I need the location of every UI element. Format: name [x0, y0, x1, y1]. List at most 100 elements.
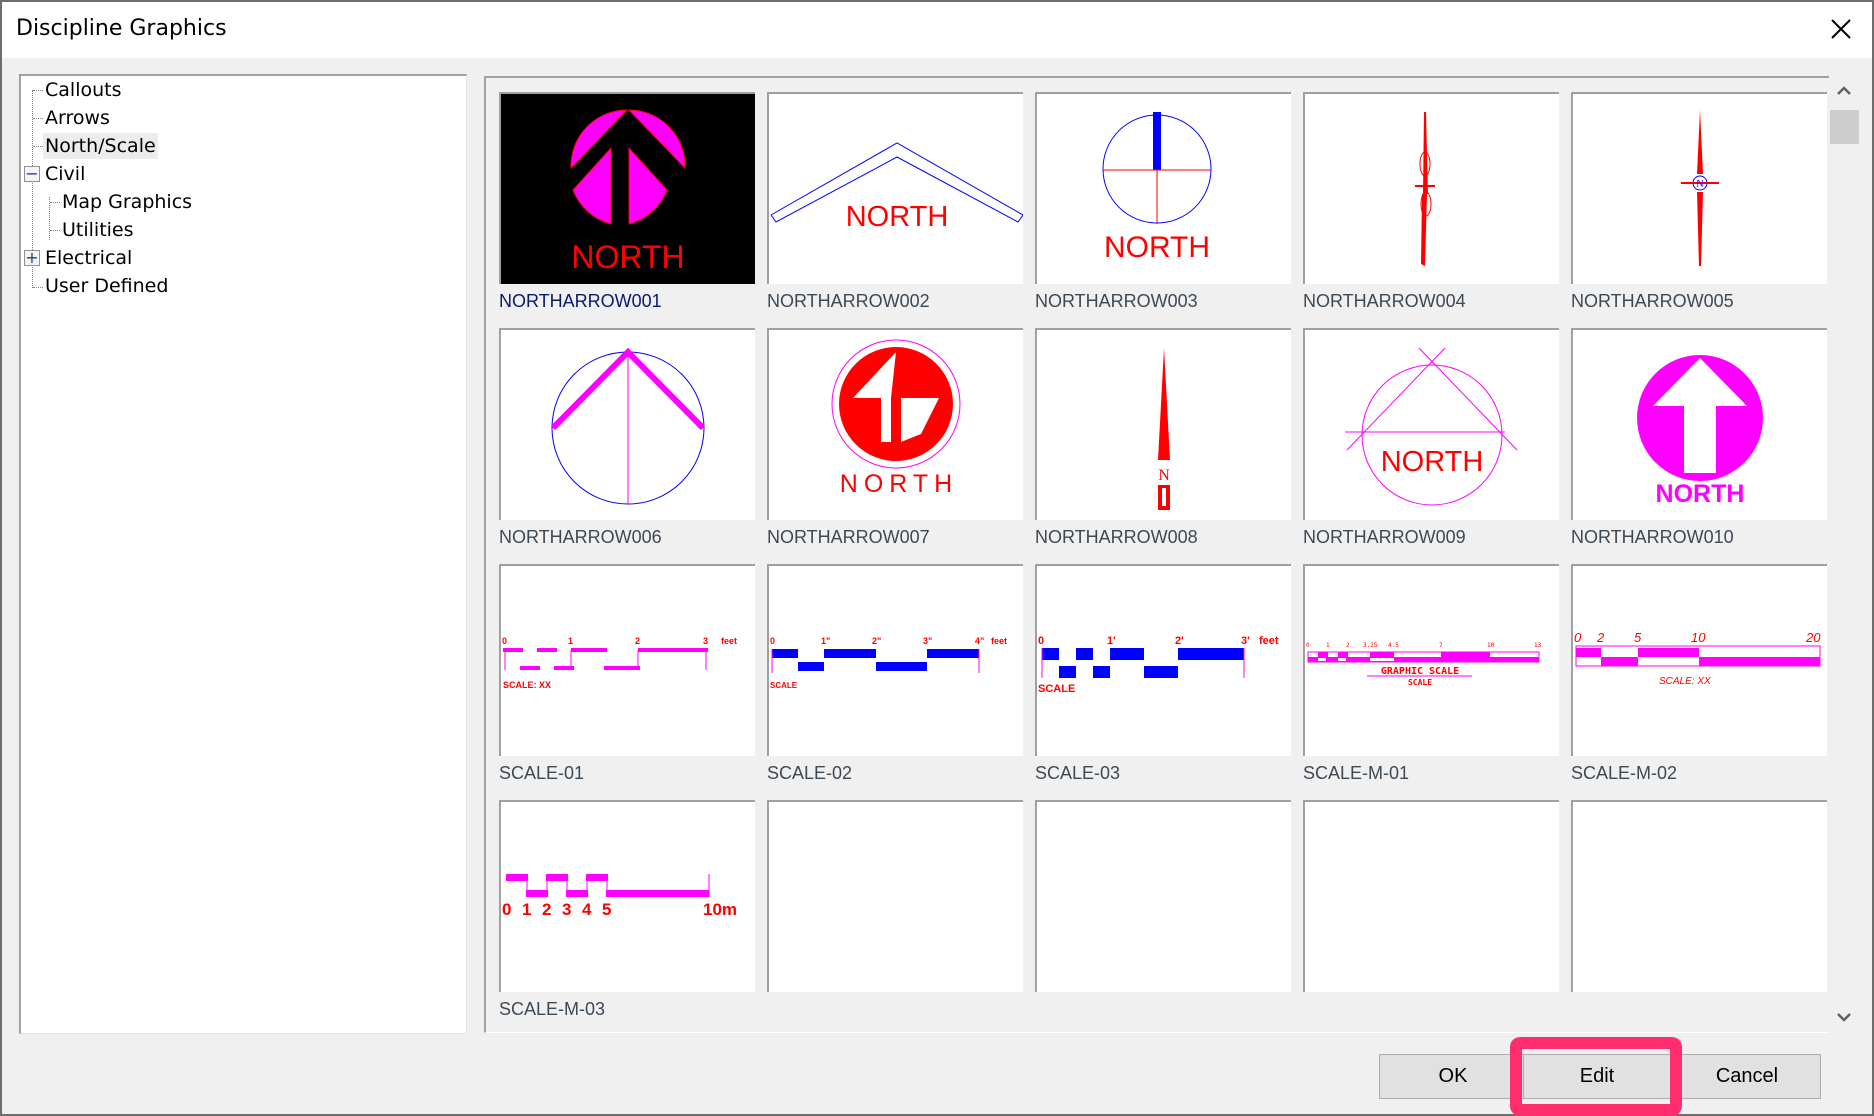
- gallery-item-scale-m-03[interactable]: 0 1 2 3 4 5 10m SCALE-M-03: [499, 800, 755, 1030]
- item-label: SCALE-M-01: [1303, 763, 1410, 783]
- tick-label: 10: [1487, 642, 1495, 649]
- gallery-item-scale-01[interactable]: 0 1 2 3 feet SCALE: XX SCALE-01: [499, 564, 755, 794]
- thumbnail: N: [1571, 92, 1827, 284]
- gallery-item-northarrow004[interactable]: NORTHARROW004: [1303, 92, 1559, 322]
- ok-button[interactable]: OK: [1379, 1054, 1527, 1099]
- tick-label: 1: [522, 900, 531, 919]
- tick-label: 0: [770, 636, 775, 646]
- category-tree[interactable]: Callouts Arrows North/Scale − Civil Map …: [19, 74, 467, 1034]
- scroll-up-button[interactable]: [1829, 76, 1859, 106]
- tree-item-civil[interactable]: Civil: [43, 161, 87, 187]
- gallery-scrollbar[interactable]: [1829, 76, 1859, 1032]
- scale-caption: SCALE: [1038, 683, 1075, 695]
- gallery-item-northarrow006[interactable]: NORTHARROW006: [499, 328, 755, 558]
- thumbnail: [499, 328, 755, 520]
- gallery-item-scale-m-02[interactable]: 0 2 5 10 20 SCALE: XX SCALE-M-02: [1571, 564, 1827, 794]
- item-label: NORTHARROW009: [1303, 527, 1466, 547]
- tree-item-callouts[interactable]: Callouts: [43, 77, 123, 103]
- tree-item-utilities[interactable]: Utilities: [60, 217, 136, 243]
- graphics-gallery[interactable]: NORTH NORTHARROW001 NORTH NORTHARROW002: [484, 76, 1829, 1033]
- gallery-item-northarrow001[interactable]: NORTH NORTHARROW001: [499, 92, 755, 322]
- scale-caption: SCALE: XX: [1659, 676, 1711, 687]
- north-text: NORTH: [840, 470, 958, 498]
- scale-bar-graphic: 0 1 2 3.25 4.5 7 10 13 GRAPHIC SCALE SCA…: [1306, 642, 1542, 687]
- gallery-item-empty[interactable]: [767, 800, 1023, 1030]
- tree-item-arrows[interactable]: Arrows: [43, 105, 112, 131]
- tick-label: 2': [1175, 635, 1184, 647]
- tick-label: 0: [502, 636, 507, 646]
- tree-item-electrical[interactable]: Electrical: [43, 245, 134, 271]
- tick-label: 10: [1691, 630, 1706, 645]
- thumbnail: NORTH: [1303, 328, 1559, 520]
- tick-label: 3: [562, 900, 571, 919]
- gallery-item-northarrow007[interactable]: NORTH NORTHARROW007: [767, 328, 1023, 558]
- gallery-item-scale-03[interactable]: 0 1' 2' 3' feet SCALE SCALE-03: [1035, 564, 1291, 794]
- tick-label: 0: [502, 900, 511, 919]
- gallery-item-northarrow010[interactable]: NORTH NORTHARROW010: [1571, 328, 1827, 558]
- unit-label: feet: [991, 636, 1007, 646]
- thumbnail: NORTH: [1035, 92, 1291, 284]
- gallery-item-scale-m-01[interactable]: 0 1 2 3.25 4.5 7 10 13 GRAPHIC SCALE SCA…: [1303, 564, 1559, 794]
- thumbnail: 0 1 2 3 4 5 10m: [499, 800, 755, 992]
- scale-bar-graphic: 0 1" 2" 3" 4" feet SCALE: [770, 636, 1007, 690]
- tree-line: [49, 197, 50, 240]
- tick-label: 7: [1439, 642, 1443, 649]
- cancel-button[interactable]: Cancel: [1673, 1054, 1821, 1099]
- north-arrow-graphic: NORTH: [1102, 112, 1212, 264]
- thumbnail: N: [1035, 328, 1291, 520]
- tick-label: 3: [703, 636, 708, 646]
- north-arrow-graphic: NORTH: [570, 109, 686, 275]
- gallery-item-northarrow003[interactable]: NORTH NORTHARROW003: [1035, 92, 1291, 322]
- tree-item-north-scale[interactable]: North/Scale: [43, 133, 158, 159]
- tick-label: 2: [635, 636, 640, 646]
- discipline-graphics-dialog: Discipline Graphics Callouts Arrows Nort…: [2, 2, 1872, 1116]
- scroll-down-button[interactable]: [1829, 1002, 1859, 1032]
- north-text: NORTH: [1656, 480, 1745, 508]
- tick-label: 13: [1534, 642, 1542, 649]
- thumbnail: 0 1' 2' 3' feet SCALE: [1035, 564, 1291, 756]
- north-text: NORTH: [1104, 231, 1210, 264]
- tick-label: 20: [1805, 630, 1821, 645]
- gallery-item-northarrow002[interactable]: NORTH NORTHARROW002: [767, 92, 1023, 322]
- tree-item-user-defined[interactable]: User Defined: [43, 273, 170, 299]
- tick-label: 2: [1346, 642, 1350, 649]
- tick-label: 4.5: [1388, 642, 1399, 649]
- gallery-item-empty[interactable]: [1035, 800, 1291, 1030]
- gallery-item-northarrow009[interactable]: NORTH NORTHARROW009: [1303, 328, 1559, 558]
- tree-line: [33, 287, 43, 288]
- tick-label: 5: [1634, 630, 1642, 645]
- tick-label: 4": [975, 636, 984, 646]
- tick-label: 1': [1107, 635, 1116, 647]
- item-label: NORTHARROW002: [767, 291, 930, 311]
- scale-caption: SCALE: [770, 681, 798, 690]
- item-label: NORTHARROW005: [1571, 291, 1734, 311]
- tick-label: 1: [568, 636, 573, 646]
- n-text: N: [1158, 467, 1170, 484]
- thumbnail: [1303, 92, 1559, 284]
- thumbnail: NORTH: [499, 92, 755, 284]
- item-label: NORTHARROW008: [1035, 527, 1198, 547]
- thumbnail: 0 2 5 10 20 SCALE: XX: [1571, 564, 1827, 756]
- gallery-item-scale-02[interactable]: 0 1" 2" 3" 4" feet SCALE SCALE-02: [767, 564, 1023, 794]
- scroll-thumb[interactable]: [1830, 110, 1859, 144]
- expand-electrical-toggle[interactable]: +: [24, 250, 40, 266]
- thumbnail: NORTH: [767, 328, 1023, 520]
- tick-label: 3": [923, 636, 932, 646]
- north-arrow-graphic: N: [1681, 110, 1719, 266]
- north-arrow-graphic: [550, 347, 706, 505]
- unit-label: feet: [1259, 635, 1279, 647]
- tree-item-map-graphics[interactable]: Map Graphics: [60, 189, 194, 215]
- north-text: NORTH: [1381, 446, 1484, 478]
- collapse-civil-toggle[interactable]: −: [24, 166, 40, 182]
- gallery-item-northarrow008[interactable]: N NORTHARROW008: [1035, 328, 1291, 558]
- scale-bar-graphic: 0 2 5 10 20 SCALE: XX: [1574, 630, 1821, 687]
- north-arrow-graphic: N: [1158, 348, 1170, 510]
- tree-line: [33, 90, 43, 91]
- close-button[interactable]: [1828, 16, 1854, 42]
- edit-button[interactable]: Edit: [1523, 1054, 1671, 1099]
- gallery-item-northarrow005[interactable]: N NORTHARROW005: [1571, 92, 1827, 322]
- gallery-item-empty[interactable]: [1571, 800, 1827, 1030]
- gallery-item-empty[interactable]: [1303, 800, 1559, 1030]
- n-text: N: [1696, 179, 1703, 190]
- thumbnail: [1035, 800, 1291, 992]
